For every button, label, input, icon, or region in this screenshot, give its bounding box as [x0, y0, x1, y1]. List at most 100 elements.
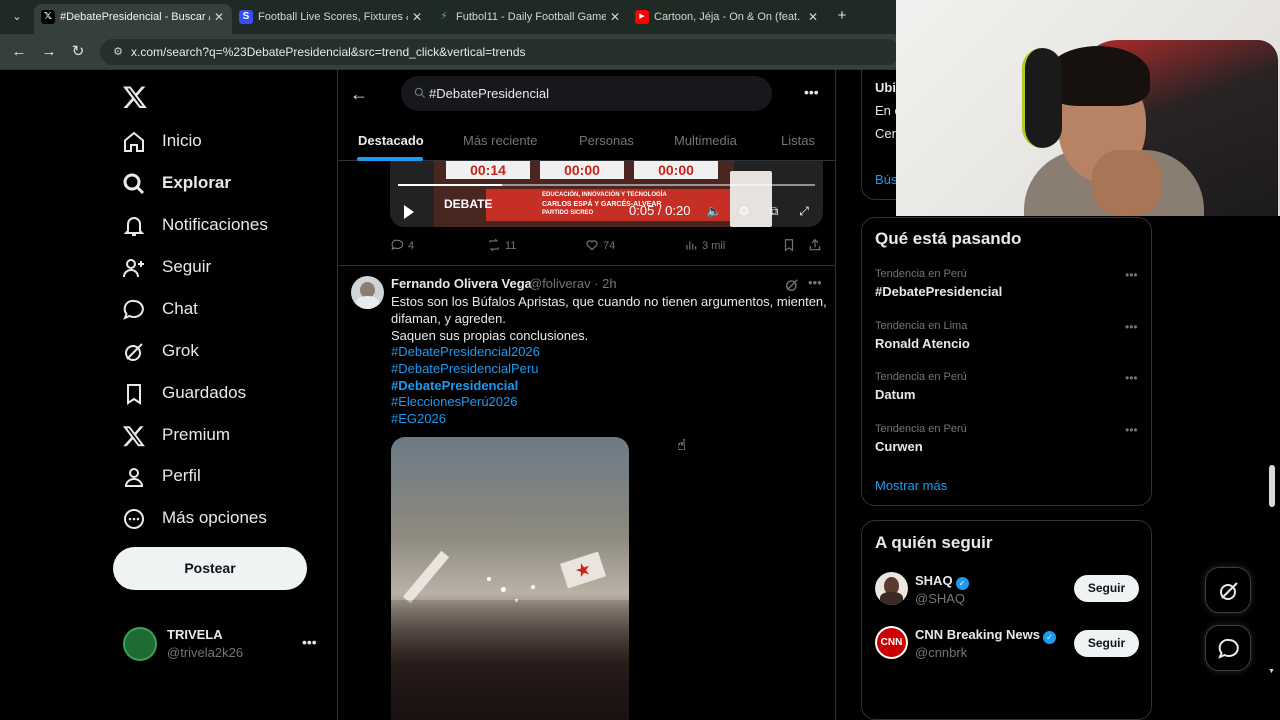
hashtag-link[interactable]: #EG2026 — [391, 411, 446, 427]
nav-follow[interactable]: Seguir — [122, 254, 211, 282]
account-avatar[interactable] — [123, 627, 157, 661]
user-avatar[interactable]: CNN — [875, 626, 908, 659]
nav-chat[interactable]: Chat — [122, 296, 198, 324]
search-input[interactable]: #DebatePresidencial — [401, 76, 772, 111]
nav-label: Grok — [162, 341, 199, 360]
nav-notifications[interactable]: Notificaciones — [122, 212, 268, 240]
show-more-link[interactable]: Mostrar más — [875, 478, 947, 493]
pip-icon[interactable]: ⧉ — [766, 203, 782, 219]
verified-badge-icon: ✓ — [955, 577, 969, 590]
tab-close-icon[interactable]: ✕ — [610, 4, 620, 30]
x-logo-icon[interactable] — [122, 84, 148, 110]
scroll-down-arrow-icon[interactable]: ▼ — [1268, 668, 1275, 675]
tab-latest[interactable]: Más reciente — [463, 133, 537, 148]
nav-label: Perfil — [162, 466, 201, 485]
reload-icon[interactable]: ↻ — [67, 42, 89, 62]
reply-button[interactable]: 4 — [390, 238, 414, 252]
hashtag-link[interactable]: #DebatePresidencial — [391, 378, 518, 394]
confetti — [531, 585, 535, 589]
crowd-shape — [391, 600, 629, 720]
reply-count: 4 — [408, 240, 415, 252]
user-name[interactable]: SHAQ ✓ — [915, 573, 969, 590]
tab-lists[interactable]: Listas — [781, 133, 815, 148]
hashtag-link[interactable]: #EleccionesPerú2026 — [391, 394, 517, 410]
tab-close-icon[interactable]: ✕ — [412, 4, 422, 30]
sofascore-icon: S — [239, 10, 253, 24]
trend-more-icon[interactable]: ••• — [1125, 423, 1138, 437]
url-field[interactable]: ⚙ x.com/search?q=%23DebatePresidencial&s… — [100, 39, 900, 65]
nav-bookmarks[interactable]: Guardados — [122, 380, 246, 408]
follow-button[interactable]: Seguir — [1074, 575, 1139, 602]
account-handle[interactable]: @trivela2k26 — [167, 645, 243, 660]
trend-meta: Tendencia en Perú — [875, 371, 967, 383]
browser-tab[interactable]: 𝕏 #DebatePresidencial - Buscar / ✕ — [34, 4, 232, 34]
trend-more-icon[interactable]: ••• — [1125, 268, 1138, 282]
settings-gear-icon[interactable]: ⚙ — [736, 203, 752, 219]
nav-more-options[interactable]: Más opciones — [122, 505, 267, 533]
volume-icon[interactable]: 🔈 — [706, 203, 722, 219]
video-player[interactable]: 00:14 00:00 00:00 EDUCACIÓN, INNOVACIÓN … — [390, 161, 823, 227]
hashtag-link[interactable]: #DebatePresidencialPeru — [391, 361, 538, 377]
tab-close-icon[interactable]: ✕ — [808, 4, 818, 30]
repost-button[interactable]: 11 — [487, 238, 516, 252]
account-more-icon[interactable]: ••• — [302, 634, 317, 650]
trend-more-icon[interactable]: ••• — [1125, 371, 1138, 385]
user-avatar[interactable] — [875, 572, 908, 605]
view-count: 3 mil — [702, 240, 726, 252]
location-link[interactable]: Bús — [875, 172, 897, 187]
nav-explore[interactable]: Explorar — [122, 170, 231, 198]
views-button[interactable]: 3 mil — [684, 238, 725, 252]
grok-floating-button[interactable] — [1205, 567, 1251, 613]
author-name[interactable]: Fernando Olivera Vega — [391, 276, 532, 291]
trend-name: Curwen — [875, 439, 923, 454]
fullscreen-icon[interactable]: ⤢ — [796, 203, 812, 219]
tab-media[interactable]: Multimedia — [674, 133, 737, 148]
flag-shape: ★ — [559, 551, 607, 589]
follow-button[interactable]: Seguir — [1074, 630, 1139, 657]
tab-featured[interactable]: Destacado — [358, 133, 424, 148]
browser-tab[interactable]: ▶ Cartoon, Jéja - On & On (feat. D ✕ — [628, 4, 826, 34]
back-arrow-icon[interactable]: ← — [8, 42, 30, 62]
grok-icon — [1220, 582, 1238, 600]
nav-label: Notificaciones — [162, 215, 268, 234]
search-icon — [414, 87, 426, 99]
trend-more-icon[interactable]: ••• — [1125, 320, 1138, 334]
post-more-icon[interactable]: ••• — [808, 275, 822, 290]
tab-close-icon[interactable]: ✕ — [214, 4, 224, 30]
tweet-actions: 4 11 74 3 mil — [390, 238, 823, 256]
nav-home[interactable]: Inicio — [122, 128, 202, 156]
play-icon[interactable] — [404, 205, 414, 219]
debate-timer: 00:00 — [540, 161, 624, 179]
bookmark-button[interactable] — [782, 238, 800, 252]
post-button[interactable]: Postear — [113, 547, 307, 590]
back-arrow-icon[interactable]: ← — [350, 84, 368, 105]
nav-profile[interactable]: Perfil — [122, 463, 201, 491]
video-time: 0:05 / 0:20 — [629, 203, 691, 218]
post-media-image[interactable]: ★ — [391, 437, 629, 720]
author-avatar[interactable] — [351, 276, 384, 309]
account-name[interactable]: TRIVELA — [167, 627, 223, 642]
nav-grok[interactable]: Grok — [122, 338, 199, 366]
messages-floating-button[interactable] — [1205, 625, 1251, 671]
hashtag-link[interactable]: #DebatePresidencial2026 — [391, 344, 540, 360]
location-title: Ubi — [875, 80, 896, 95]
like-button[interactable]: 74 — [585, 238, 615, 252]
tab-people[interactable]: Personas — [579, 133, 634, 148]
more-icon[interactable]: ••• — [804, 84, 819, 100]
grok-icon[interactable] — [784, 277, 800, 293]
tab-search-chevron-icon[interactable]: ⌄ — [6, 6, 28, 28]
scrollbar-thumb[interactable] — [1269, 465, 1275, 507]
author-handle-time[interactable]: @foliverav · 2h — [529, 276, 617, 291]
forward-arrow-icon[interactable]: → — [38, 42, 60, 62]
trends-box: Qué está pasando Tendencia en Perú #Deba… — [861, 217, 1152, 506]
browser-tab[interactable]: ⚡ Futbol11 - Daily Football Game ✕ — [430, 4, 628, 34]
user-name[interactable]: CNN Breaking News ✓ — [915, 627, 1056, 644]
new-tab-plus-icon[interactable]: + — [832, 6, 852, 26]
share-button[interactable] — [808, 238, 826, 252]
site-info-icon[interactable]: ⚙ — [110, 44, 126, 60]
tab-title: Football Live Scores, Fixtures & — [258, 11, 408, 23]
video-progress-bar[interactable] — [398, 184, 815, 186]
futbol11-icon: ⚡ — [440, 11, 448, 22]
browser-tab[interactable]: S Football Live Scores, Fixtures & ✕ — [232, 4, 430, 34]
nav-premium[interactable]: Premium — [122, 422, 230, 450]
